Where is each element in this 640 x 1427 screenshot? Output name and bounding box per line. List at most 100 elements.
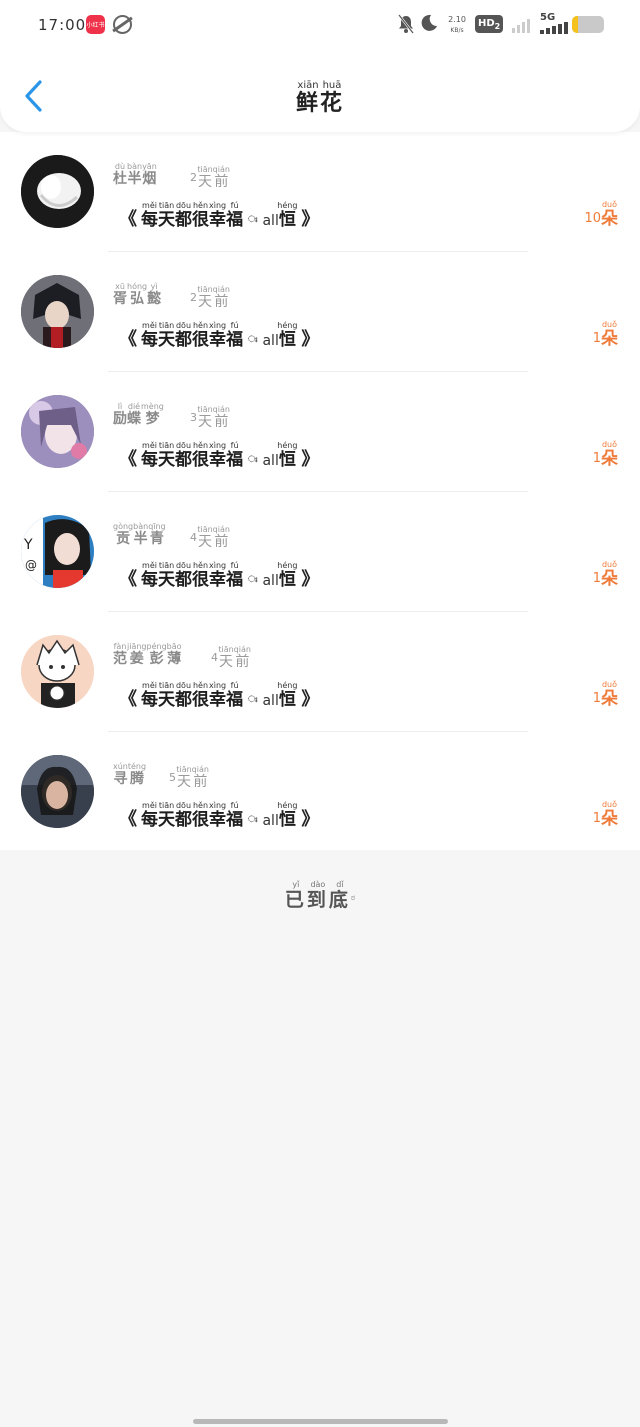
woman-photo-avatar[interactable] xyxy=(21,755,94,828)
flower-count-number: 1 xyxy=(592,811,601,826)
name-char: 半bàn xyxy=(127,162,143,187)
name-char: 青qīng xyxy=(148,522,166,547)
message-char: 每měi xyxy=(141,801,158,830)
name-char: 贡gòng xyxy=(113,522,134,547)
gift-message: 《每měi天tiān都dōu很hěn幸xìng福fúಃ all恒héng》 xyxy=(115,801,323,831)
footer-char: 到dào xyxy=(306,880,329,911)
flower-unit: 朵duǒ xyxy=(601,680,618,709)
list-item[interactable]: 范fàn姜jiāng彭péng薄bāo 4天tiān前qián 《每měi天tiān… xyxy=(0,612,640,732)
message-char: 都dōu xyxy=(175,441,192,470)
message-char: 都dōu xyxy=(175,561,192,590)
list-item[interactable]: 胥xū弘hóng懿yì 2天tiān前qián 《每měi天tiān都dōu很hěn… xyxy=(0,252,640,372)
time-char: 天tiān xyxy=(197,165,213,190)
message-char: 很hěn xyxy=(192,201,209,230)
flower-unit: 朵duǒ xyxy=(601,440,618,469)
message-char: 都dōu xyxy=(175,201,192,230)
message-char: 恒héng xyxy=(277,321,298,350)
message-char: 恒héng xyxy=(277,681,298,710)
list-item[interactable]: 杜dù半bàn烟yān 2天tiān前qián 《每měi天tiān都dōu很hěn… xyxy=(0,132,640,252)
open-bracket: 《 xyxy=(119,569,137,590)
time-number: 3 xyxy=(190,411,197,424)
gift-message: 《每měi天tiān都dōu很hěn幸xìng福fúಃ all恒héng》 xyxy=(115,561,323,591)
flower-unit: 朵duǒ xyxy=(601,800,618,829)
message-char: 天tiān xyxy=(158,441,175,470)
flower-count-number: 1 xyxy=(592,331,601,346)
svg-text:@: @ xyxy=(25,558,37,572)
close-bracket: 》 xyxy=(301,569,320,590)
signal-5g-icon: 5G xyxy=(540,12,568,34)
header-bar: 鲜xiān花huā xyxy=(0,52,640,132)
home-indicator[interactable] xyxy=(193,1419,448,1424)
message-char: 很hěn xyxy=(192,321,209,350)
message-char: 恒héng xyxy=(277,441,298,470)
message-char: 每měi xyxy=(141,561,158,590)
message-symbol: ಃ xyxy=(248,815,258,825)
message-symbol: ಃ xyxy=(248,335,258,345)
close-bracket: 》 xyxy=(301,689,320,710)
timestamp: 4天tiān前qián xyxy=(211,645,251,671)
girl-photo-avatar[interactable]: Y @ xyxy=(21,515,94,588)
name-char: 寻xún xyxy=(113,762,128,787)
battery-icon xyxy=(572,16,604,33)
footer-char: 已yǐ xyxy=(284,880,307,911)
list-item[interactable]: 励lì蝶dié梦mèng 3天tiān前qián 《每měi天tiān都dōu很hě… xyxy=(0,372,640,492)
name-char: 励lì xyxy=(113,402,127,427)
hd-voice-icon: HD2 xyxy=(475,15,504,33)
message-char: 恒héng xyxy=(277,201,298,230)
name-char: 烟yān xyxy=(142,162,157,187)
anime-girl-avatar[interactable] xyxy=(21,395,94,468)
message-symbol: ಃ xyxy=(248,695,258,705)
message-char: 每měi xyxy=(141,201,158,230)
time-char: 前qián xyxy=(191,765,209,790)
timestamp: 4天tiān前qián xyxy=(190,525,230,551)
name-char: 薄bāo xyxy=(166,642,182,667)
message-char: 幸xìng xyxy=(209,441,227,470)
message-char: 都dōu xyxy=(175,321,192,350)
message-char: 恒héng xyxy=(277,801,298,830)
list-item[interactable]: 寻xún腾téng 5天tiān前qián 《每měi天tiān都dōu很hěn幸x… xyxy=(0,732,640,852)
status-time: 17:00 xyxy=(38,16,87,34)
name-char: 梦mèng xyxy=(141,402,164,427)
svg-text:Y: Y xyxy=(23,537,33,553)
time-char: 前qián xyxy=(212,525,230,550)
name-char: 杜dù xyxy=(113,162,127,187)
name-char: 胥xū xyxy=(113,282,127,307)
message-char: 很hěn xyxy=(192,561,209,590)
sender-name[interactable]: 杜dù半bàn烟yān xyxy=(113,162,157,188)
flower-count: 1朵duǒ xyxy=(593,320,618,349)
message-char: 福fú xyxy=(226,441,244,470)
white-flower-avatar[interactable] xyxy=(21,155,94,228)
message-char: 天tiān xyxy=(158,681,175,710)
name-char: 腾téng xyxy=(127,762,147,787)
sender-name[interactable]: 贡gòng半bàn青qīng xyxy=(113,522,166,548)
name-char: 半bàn xyxy=(133,522,149,547)
time-char: 天tiān xyxy=(197,285,213,310)
flower-count-number: 1 xyxy=(592,691,601,706)
close-bracket: 》 xyxy=(301,449,320,470)
sender-name[interactable]: 胥xū弘hóng懿yì xyxy=(113,282,161,308)
time-number: 5 xyxy=(169,771,176,784)
message-char: 天tiān xyxy=(158,201,175,230)
sender-name[interactable]: 范fàn姜jiāng彭péng薄bāo xyxy=(113,642,182,668)
time-number: 2 xyxy=(190,171,197,184)
sender-name[interactable]: 寻xún腾téng xyxy=(113,762,146,788)
flower-count-number: 10 xyxy=(584,211,601,226)
sender-name[interactable]: 励lì蝶dié梦mèng xyxy=(113,402,164,428)
open-bracket: 《 xyxy=(119,689,137,710)
list-item[interactable]: Y @ 贡gòng半bàn青qīng 4天tiān前qián 《每měi天tiān都dō… xyxy=(0,492,640,612)
time-char: 前qián xyxy=(212,405,230,430)
message-char: 很hěn xyxy=(192,441,209,470)
footer-char: 底dǐ xyxy=(328,880,351,911)
message-char: 都dōu xyxy=(175,681,192,710)
name-char: 蝶dié xyxy=(127,402,141,427)
name-char: 懿yì xyxy=(147,282,162,307)
message-symbol: ಃ xyxy=(248,455,258,465)
time-number: 2 xyxy=(190,291,197,304)
message-char: 天tiān xyxy=(158,561,175,590)
sketch-boy-avatar[interactable] xyxy=(21,635,94,708)
anime-ninja-avatar[interactable] xyxy=(21,275,94,348)
net-speed: 2.10 KB/s xyxy=(448,15,466,34)
message-char: 恒héng xyxy=(277,561,298,590)
message-char: 福fú xyxy=(226,321,244,350)
time-char: 天tiān xyxy=(197,525,213,550)
